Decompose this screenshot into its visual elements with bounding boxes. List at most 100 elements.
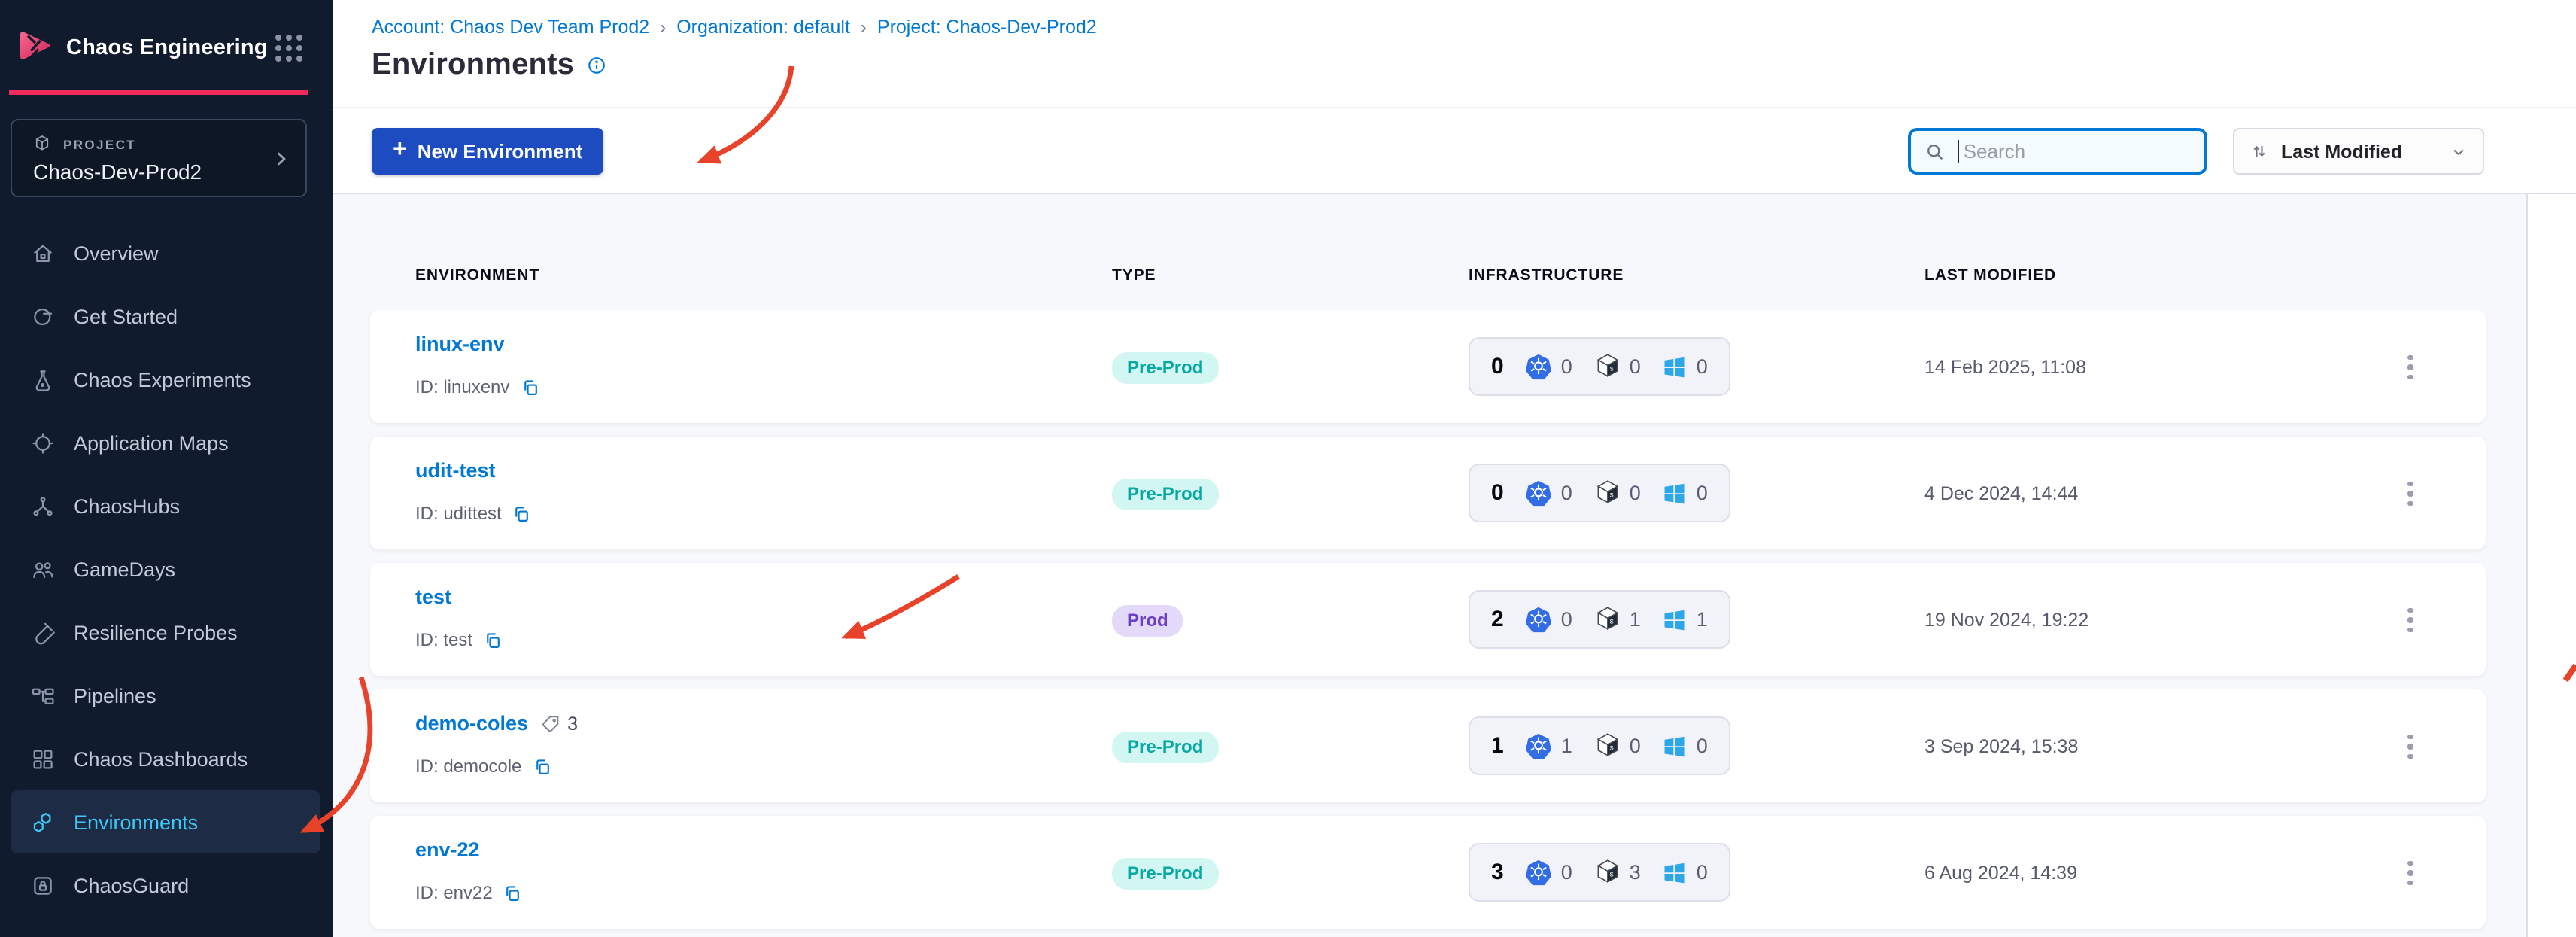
sidebar-item-chaos-experiments[interactable]: Chaos Experiments [0,348,333,411]
breadcrumb: Account: Chaos Dev Team Prod2 › Organizati… [372,17,1097,38]
sidebar-item-label: Pipelines [74,684,156,707]
infra-total-count: 0 [1491,480,1504,506]
svg-text:$: $ [1609,872,1613,879]
sidebar-item-application-maps[interactable]: Application Maps [0,411,333,474]
plus-icon: + [393,137,407,163]
column-header-environment: ENVIRONMENT [415,266,540,284]
copy-icon[interactable] [532,756,551,776]
linux-icon: $ [1593,479,1622,507]
kubernetes-count: 0 [1560,608,1572,631]
linux-count: 0 [1629,355,1641,378]
breadcrumb-link[interactable]: Account: Chaos Dev Team Prod2 [372,17,649,38]
kubernetes-icon [1525,352,1554,381]
sidebar-item-label: Get Started [74,305,178,327]
project-selector[interactable]: PROJECT Chaos-Dev-Prod2 [11,119,307,197]
hexagons-icon [30,809,56,835]
project-name: Chaos-Dev-Prod2 [33,160,202,184]
linux-icon: $ [1593,732,1622,760]
table-row-env-22: env-22 ID: env22 Pre-Prod 3 0 $3 0 6 Aug… [370,816,2486,929]
linux-count: 0 [1629,482,1641,504]
row-menu-icon[interactable] [2394,855,2427,891]
row-menu-icon[interactable] [2394,602,2427,638]
infrastructure-summary: 3 0 $3 0 [1469,843,1730,902]
svg-text:$: $ [1609,745,1613,753]
windows-icon [1662,859,1689,886]
sidebar-item-environments[interactable]: Environments [11,790,320,853]
linux-count: 3 [1629,861,1641,884]
sidebar: Chaos Engineering PROJECT Chaos-Dev-Prod… [0,0,333,937]
copy-icon[interactable] [512,503,532,523]
app-switcher-icon[interactable] [275,35,302,62]
sidebar-item-label: Resilience Probes [74,621,238,643]
kubernetes-icon [1525,858,1554,887]
tags-indicator: 3 [540,713,578,734]
copy-icon[interactable] [483,630,503,650]
table-row-linux-env: linux-env ID: linuxenv Pre-Prod 0 0 $0 0… [370,310,2486,423]
sidebar-item-chaosguard[interactable]: ChaosGuard [0,853,333,917]
tag-count: 3 [567,713,578,734]
sidebar-item-label: GameDays [74,558,176,580]
pipelines-icon [30,683,56,708]
sort-dropdown[interactable]: Last Modified [2233,128,2484,175]
text-cursor [1958,140,1959,163]
sidebar-item-label: Application Maps [74,431,229,454]
environment-id: ID: env22 [415,882,493,903]
sidebar-item-get-started[interactable]: Get Started [0,284,333,348]
sidebar-item-chaos-dashboards[interactable]: Chaos Dashboards [0,727,333,790]
row-menu-icon[interactable] [2394,476,2427,512]
sidebar-item-overview[interactable]: Overview [0,221,333,284]
windows-icon [1662,732,1689,759]
environment-name-link[interactable]: demo-coles [415,712,528,735]
linux-count: 1 [1629,608,1641,631]
column-header-infrastructure: INFRASTRUCTURE [1469,266,1624,284]
environment-name-link[interactable]: linux-env [415,333,505,355]
copy-icon[interactable] [520,377,539,397]
last-modified: 3 Sep 2024, 15:38 [1924,736,2079,757]
toolbar: + New Environment Last Modified [333,108,2576,194]
kubernetes-count: 0 [1560,482,1572,504]
sidebar-item-label: Chaos Dashboards [74,747,248,770]
linux-icon: $ [1593,605,1622,634]
scrollbar-track[interactable] [2526,194,2576,937]
svg-text:$: $ [1609,492,1613,500]
lock-icon [30,872,56,898]
kubernetes-icon [1525,605,1554,634]
home-icon [30,240,56,266]
environment-name-link[interactable]: udit-test [415,459,496,482]
copy-icon[interactable] [503,883,523,902]
network-icon [30,493,56,519]
sort-selected-value: Last Modified [2281,141,2403,162]
sidebar-item-label: ChaosHubs [74,494,181,517]
info-icon[interactable] [586,56,606,75]
project-label: PROJECT [63,137,137,152]
infra-total-count: 0 [1491,354,1504,379]
sidebar-item-pipelines[interactable]: Pipelines [0,664,333,727]
row-menu-icon[interactable] [2394,349,2427,385]
environment-name-link[interactable]: test [415,586,451,608]
kubernetes-count: 0 [1560,861,1572,884]
table-row-udit-test: udit-test ID: udittest Pre-Prod 0 0 $0 0… [370,437,2486,549]
breadcrumb-link[interactable]: Project: Chaos-Dev-Prod2 [877,17,1097,38]
page-title: Environments [372,48,575,81]
table-row-demo-coles: demo-coles 3 ID: democole Pre-Prod 1 1 $… [370,689,2486,802]
table-header: ENVIRONMENT TYPE INFRASTRUCTURE LAST MODIFI… [333,194,2576,300]
windows-icon [1662,606,1689,633]
new-environment-label: New Environment [417,140,583,163]
environment-name-link[interactable]: env-22 [415,838,480,861]
row-menu-icon[interactable] [2394,729,2427,765]
sidebar-nav: Overview Get Started Chaos Experiments A… [0,221,333,917]
breadcrumb-link[interactable]: Organization: default [676,17,850,38]
column-header-type: TYPE [1112,266,1156,284]
windows-count: 0 [1696,861,1708,884]
sidebar-item-label: ChaosGuard [74,874,190,896]
sidebar-item-gamedays[interactable]: GameDays [0,537,333,601]
search-input[interactable] [1960,138,2191,164]
app-window: Chaos Engineering PROJECT Chaos-Dev-Prod… [0,0,2576,937]
infrastructure-summary: 0 0 $0 0 [1469,464,1730,522]
sidebar-item-resilience-probes[interactable]: Resilience Probes [0,601,333,664]
sidebar-item-chaoshubs[interactable]: ChaosHubs [0,474,333,537]
type-badge: Pre-Prod [1112,732,1219,763]
windows-count: 0 [1696,482,1708,504]
table-row-test: test ID: test Prod 2 0 $1 1 19 Nov 2024,… [370,563,2486,676]
new-environment-button[interactable]: + New Environment [372,128,604,175]
